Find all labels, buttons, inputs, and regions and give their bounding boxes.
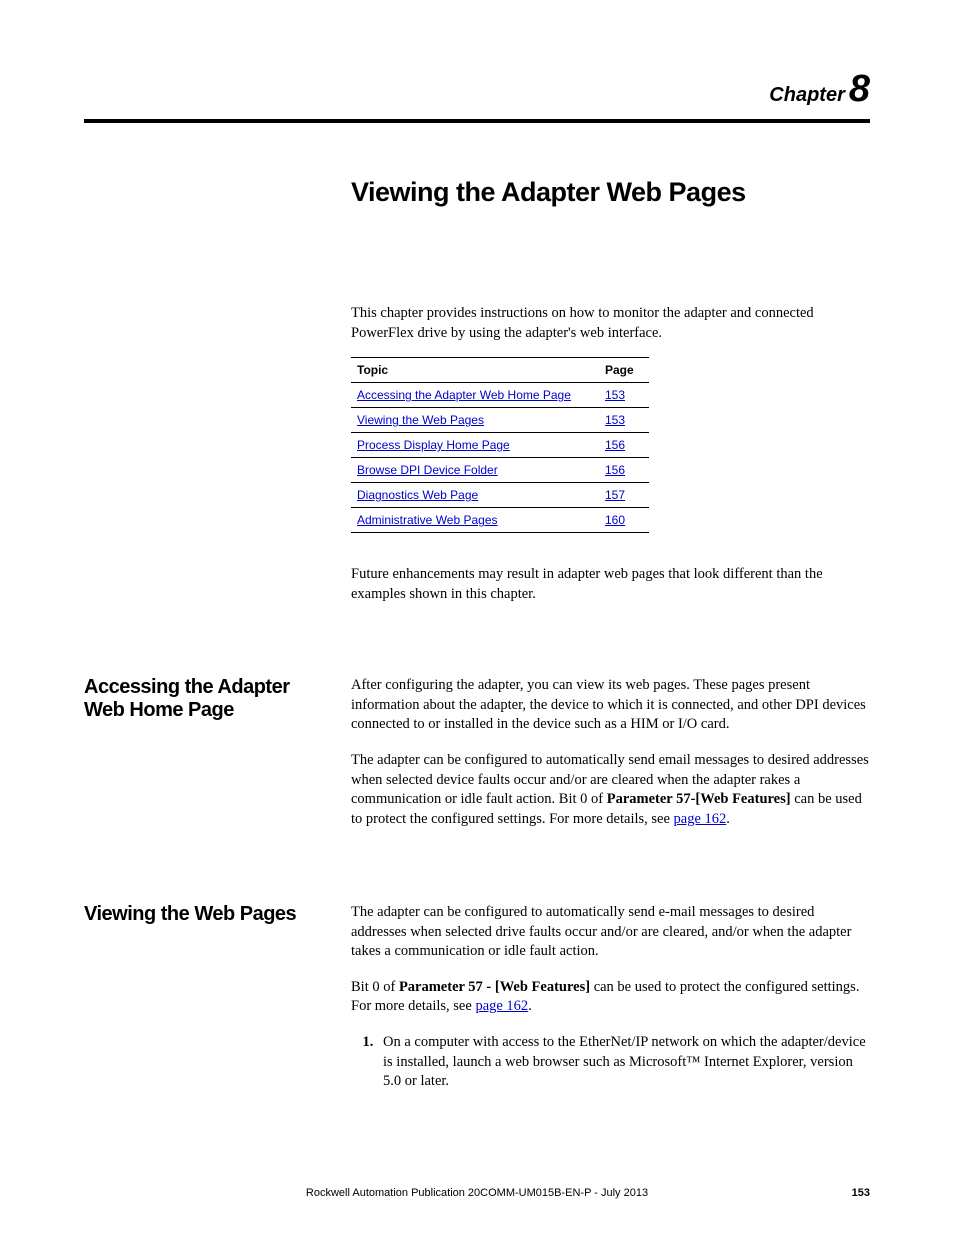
page-link[interactable]: 153 xyxy=(605,413,625,427)
intro-paragraph: This chapter provides instructions on ho… xyxy=(351,304,870,343)
list-item: On a computer with access to the EtherNe… xyxy=(377,1033,870,1092)
footer-text: Rockwell Automation Publication 20COMM-U… xyxy=(306,1187,648,1199)
footer: Rockwell Automation Publication 20COMM-U… xyxy=(84,1187,870,1199)
chapter-number: 8 xyxy=(849,68,870,110)
chapter-label: Chapter xyxy=(769,84,845,106)
accessing-p1: After configuring the adapter, you can v… xyxy=(351,676,870,735)
topic-link[interactable]: Browse DPI Device Folder xyxy=(357,463,498,477)
table-row: Administrative Web Pages 160 xyxy=(351,508,649,533)
page-link[interactable]: 153 xyxy=(605,388,625,402)
post-table-paragraph: Future enhancements may result in adapte… xyxy=(351,565,870,604)
chapter-header: Chapter8 xyxy=(84,68,870,111)
table-header-topic: Topic xyxy=(351,358,599,383)
table-row: Process Display Home Page 156 xyxy=(351,433,649,458)
page-link[interactable]: 160 xyxy=(605,513,625,527)
table-row: Viewing the Web Pages 153 xyxy=(351,408,649,433)
table-row: Diagnostics Web Page 157 xyxy=(351,483,649,508)
topic-link[interactable]: Process Display Home Page xyxy=(357,438,510,452)
section-heading-viewing: Viewing the Web Pages xyxy=(84,903,351,926)
page-link[interactable]: 157 xyxy=(605,488,625,502)
chapter-rule xyxy=(84,119,870,123)
topic-link[interactable]: Administrative Web Pages xyxy=(357,513,498,527)
topic-link[interactable]: Accessing the Adapter Web Home Page xyxy=(357,388,571,402)
page-link-162[interactable]: page 162 xyxy=(674,811,727,827)
viewing-steps: On a computer with access to the EtherNe… xyxy=(377,1033,870,1092)
footer-page-number: 153 xyxy=(852,1187,870,1199)
table-header-page: Page xyxy=(599,358,649,383)
viewing-p1: The adapter can be configured to automat… xyxy=(351,903,870,962)
viewing-p2: Bit 0 of Parameter 57 - [Web Features] c… xyxy=(351,978,870,1017)
topic-table: Topic Page Accessing the Adapter Web Hom… xyxy=(351,357,649,533)
page-title: Viewing the Adapter Web Pages xyxy=(351,177,870,208)
table-row: Browse DPI Device Folder 156 xyxy=(351,458,649,483)
section-viewing: Viewing the Web Pages The adapter can be… xyxy=(84,903,870,1092)
topic-link[interactable]: Diagnostics Web Page xyxy=(357,488,478,502)
accessing-p2: The adapter can be configured to automat… xyxy=(351,751,870,829)
section-accessing: Accessing the Adapter Web Home Page Afte… xyxy=(84,676,870,845)
table-row: Accessing the Adapter Web Home Page 153 xyxy=(351,383,649,408)
section-heading-accessing: Accessing the Adapter Web Home Page xyxy=(84,676,351,722)
page-link[interactable]: 156 xyxy=(605,438,625,452)
page-link[interactable]: 156 xyxy=(605,463,625,477)
topic-link[interactable]: Viewing the Web Pages xyxy=(357,413,484,427)
page-link-162b[interactable]: page 162 xyxy=(475,998,528,1014)
